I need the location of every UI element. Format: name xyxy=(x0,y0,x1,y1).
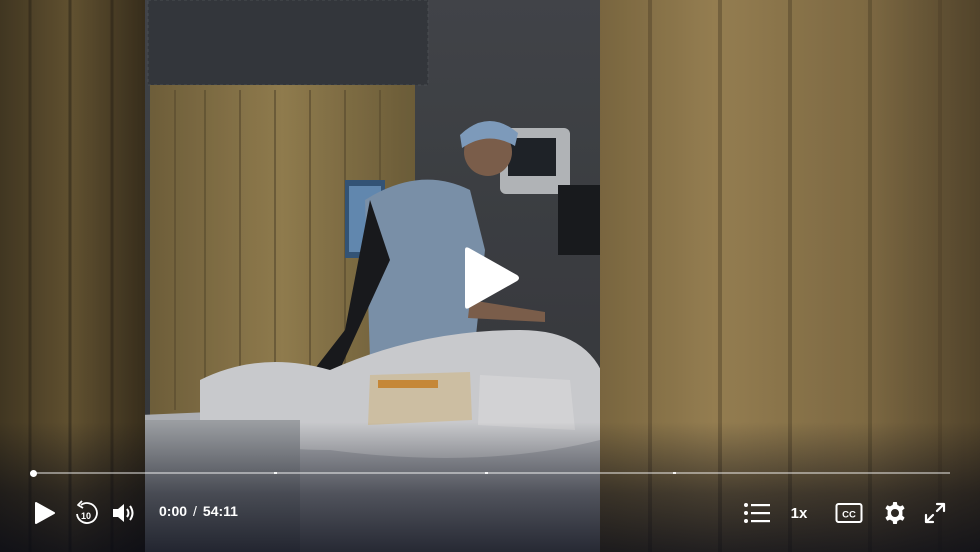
settings-button[interactable] xyxy=(880,496,910,530)
play-button[interactable] xyxy=(30,496,60,530)
rewind-amount-label: 10 xyxy=(81,511,91,521)
gear-icon xyxy=(885,502,905,524)
chapter-marker[interactable] xyxy=(485,472,488,474)
controls-backdrop xyxy=(0,422,980,552)
current-time: 0:00 xyxy=(159,503,188,519)
chapter-marker[interactable] xyxy=(274,472,277,474)
duration: 54:11 xyxy=(202,503,238,519)
rewind-10-icon: 10 xyxy=(76,500,98,524)
volume-icon xyxy=(113,504,134,522)
playback-speed-label: 1x xyxy=(790,504,808,522)
time-separator: / xyxy=(193,503,197,519)
progress-bar[interactable] xyxy=(30,470,950,477)
fullscreen-icon xyxy=(924,502,946,524)
rewind-10-button[interactable]: 10 xyxy=(72,496,100,530)
cc-icon: CC xyxy=(835,503,863,523)
video-player[interactable]: 10 0:00 / 54:11 1x CC xyxy=(0,0,980,552)
big-play-button[interactable] xyxy=(461,246,521,310)
progress-scrubber[interactable] xyxy=(30,470,37,477)
volume-button[interactable] xyxy=(110,496,138,530)
progress-track xyxy=(30,472,950,474)
captions-button[interactable]: CC xyxy=(834,496,864,530)
fullscreen-button[interactable] xyxy=(920,496,950,530)
captions-label: CC xyxy=(842,510,856,521)
list-icon xyxy=(744,503,770,523)
chapter-marker[interactable] xyxy=(673,472,676,474)
play-icon xyxy=(465,247,519,309)
playback-speed-button[interactable]: 1x xyxy=(784,496,814,530)
play-icon xyxy=(35,502,55,524)
chapters-button[interactable] xyxy=(742,496,772,530)
time-display: 0:00 / 54:11 xyxy=(159,503,238,519)
